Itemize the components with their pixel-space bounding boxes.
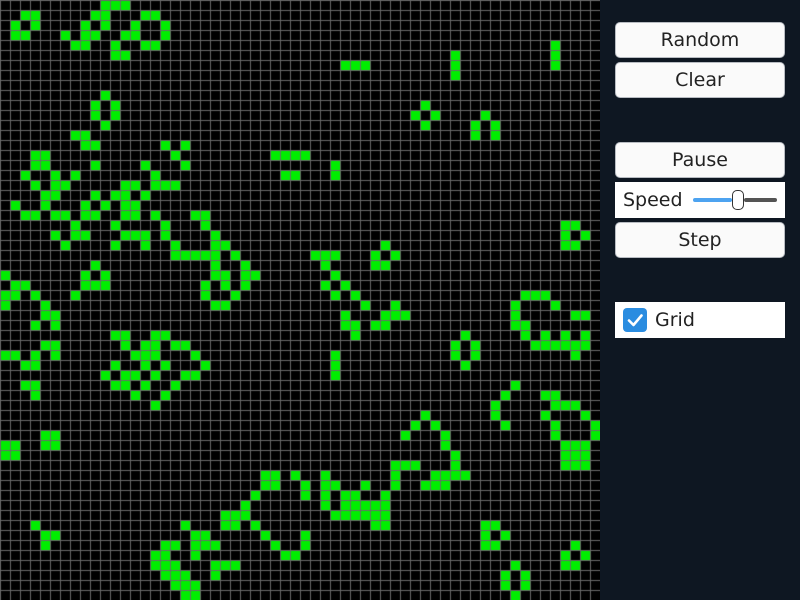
- checkmark-icon: [627, 314, 643, 327]
- speed-slider-track-filled: [693, 198, 732, 202]
- grid-checkbox[interactable]: [623, 308, 647, 332]
- speed-slider[interactable]: [693, 190, 777, 210]
- random-button[interactable]: Random: [615, 22, 785, 58]
- control-panel: Random Clear Pause Speed Step Grid: [600, 0, 800, 600]
- step-button[interactable]: Step: [615, 222, 785, 258]
- clear-button[interactable]: Clear: [615, 62, 785, 98]
- grid-toggle[interactable]: Grid: [615, 302, 785, 338]
- speed-slider-track: [744, 198, 777, 202]
- grid-label: Grid: [655, 309, 695, 331]
- speed-control: Speed: [615, 182, 785, 218]
- pause-button[interactable]: Pause: [615, 142, 785, 178]
- life-board-grid[interactable]: [0, 0, 600, 600]
- speed-slider-thumb[interactable]: [732, 190, 744, 210]
- speed-label: Speed: [623, 189, 683, 211]
